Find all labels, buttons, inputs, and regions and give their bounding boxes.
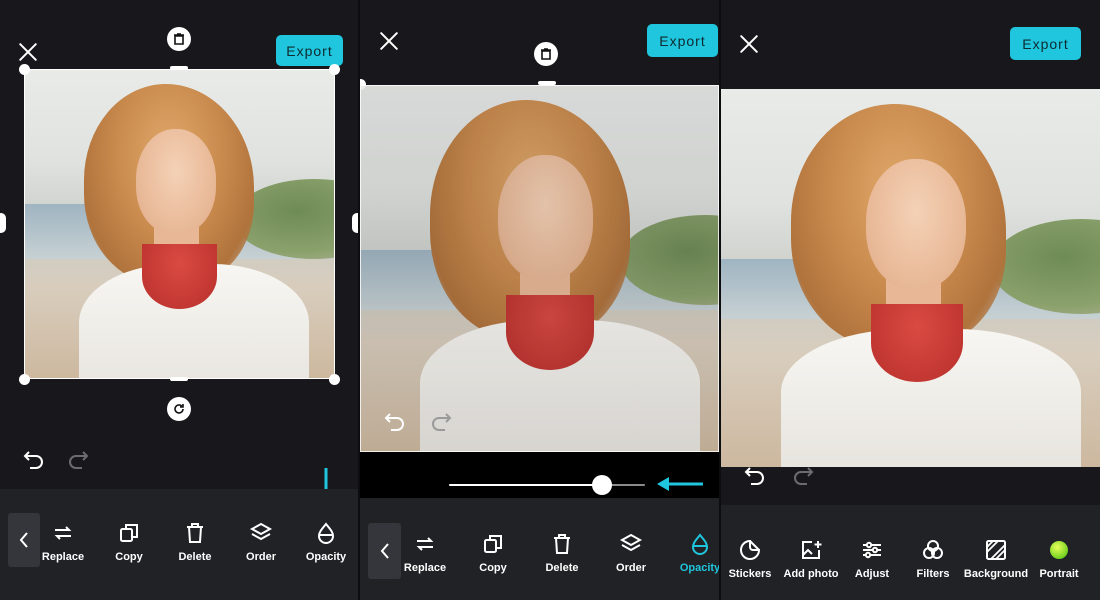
tool-label: Replace	[41, 551, 85, 563]
replace-icon	[54, 526, 72, 540]
tool-label: Add photo	[783, 568, 839, 580]
delete-layer-button[interactable]	[534, 42, 558, 66]
tool-portrait[interactable]: Portrait	[1023, 538, 1095, 580]
main-toolbar: Stickers Add photo Adjust Filters Backgr…	[721, 505, 1100, 600]
tool-label: Filters	[916, 568, 950, 580]
delete-icon	[187, 523, 203, 543]
tool-replace[interactable]: Replace	[389, 532, 461, 574]
tool-label: Copy	[479, 562, 507, 574]
tool-filters[interactable]: Filters	[897, 538, 969, 580]
tool-label: Stickers	[728, 568, 772, 580]
background-icon	[986, 540, 1006, 560]
tool-label: Opacity	[679, 562, 719, 574]
tool-label: Delete	[178, 551, 212, 563]
corner-handle[interactable]	[19, 374, 30, 385]
editor-screen-opacity: Export Replace Copy Delete Order Opacity	[360, 0, 719, 600]
selection-frame	[360, 85, 719, 452]
rotate-icon	[174, 404, 184, 414]
sticker-icon	[740, 539, 761, 560]
corner-handle[interactable]	[329, 374, 340, 385]
tool-label: Portrait	[1039, 568, 1079, 580]
portrait-icon	[1050, 541, 1068, 559]
tool-label: Order	[246, 551, 276, 563]
tool-opacity[interactable]: Opacity	[664, 532, 719, 574]
tool-order[interactable]: Order	[595, 532, 667, 574]
tool-delete[interactable]: Delete	[526, 532, 598, 574]
redo-icon[interactable]	[791, 464, 815, 488]
tool-label: Delete	[545, 562, 579, 574]
add-photo-icon	[802, 541, 822, 559]
layer-toolbar: Replace Copy Delete Order Opacity	[360, 498, 719, 600]
tool-opacity[interactable]: Opacity	[290, 521, 358, 563]
edge-handle[interactable]	[170, 66, 188, 70]
editor-screen-selected: Export Replace Copy Delete Order Opacity	[0, 0, 358, 600]
opacity-slider-area	[360, 452, 719, 498]
undo-icon[interactable]	[22, 448, 46, 472]
close-icon[interactable]	[736, 31, 762, 57]
undo-icon[interactable]	[743, 464, 767, 488]
replace-icon	[416, 537, 434, 551]
close-icon[interactable]	[376, 28, 402, 54]
corner-handle[interactable]	[329, 64, 340, 75]
tool-order[interactable]: Order	[225, 521, 297, 563]
export-button[interactable]: Export	[647, 24, 718, 57]
corner-handle[interactable]	[19, 64, 30, 75]
delete-layer-button[interactable]	[167, 27, 191, 51]
tool-label: Order	[616, 562, 646, 574]
tool-label: Background	[963, 568, 1029, 580]
copy-icon	[484, 535, 502, 553]
redo-icon[interactable]	[66, 448, 90, 472]
tool-background[interactable]: Background	[960, 538, 1032, 580]
annotation-arrow-left-icon	[657, 477, 703, 491]
close-icon[interactable]	[15, 39, 41, 65]
adjust-icon	[863, 541, 881, 559]
opacity-icon	[691, 533, 709, 555]
opacity-icon	[317, 522, 335, 544]
undo-icon[interactable]	[383, 410, 407, 434]
tool-delete[interactable]: Delete	[159, 521, 231, 563]
trash-icon	[174, 33, 184, 45]
delete-icon	[554, 534, 570, 554]
tool-label: Replace	[403, 562, 447, 574]
rotate-button[interactable]	[167, 397, 191, 421]
opacity-slider-fill	[449, 484, 602, 486]
tool-replace[interactable]: Replace	[27, 521, 99, 563]
export-button[interactable]: Export	[1010, 27, 1081, 60]
redo-icon[interactable]	[429, 410, 453, 434]
order-icon	[619, 533, 643, 552]
photo-canvas[interactable]	[721, 89, 1100, 467]
tool-label: Opacity	[305, 551, 347, 563]
tool-copy[interactable]: Copy	[93, 521, 165, 563]
order-icon	[249, 522, 273, 541]
tool-copy[interactable]: Copy	[457, 532, 529, 574]
tool-label: Adjust	[854, 568, 890, 580]
opacity-slider-thumb[interactable]	[591, 475, 612, 495]
tool-label: Copy	[115, 551, 143, 563]
edge-handle[interactable]	[170, 377, 188, 381]
export-button[interactable]: Export	[276, 35, 343, 66]
trash-icon	[541, 48, 551, 60]
editor-screen-main: Export Stickers Add photo Adjust Filters	[721, 0, 1100, 600]
layer-toolbar: Replace Copy Delete Order Opacity	[0, 489, 358, 600]
edge-handle[interactable]	[0, 213, 6, 233]
selection-frame	[24, 69, 335, 379]
copy-icon	[120, 524, 138, 542]
filters-icon	[923, 540, 943, 559]
